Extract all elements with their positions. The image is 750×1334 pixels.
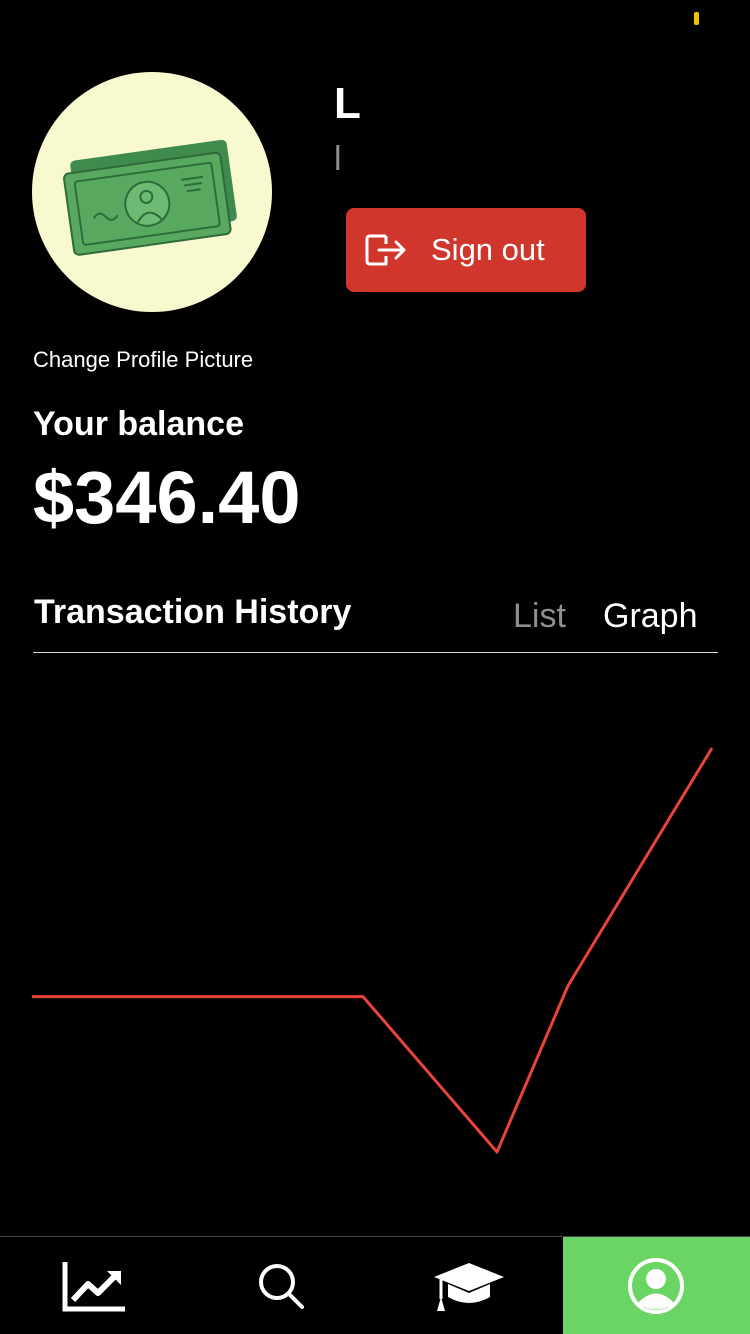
sign-out-label: Sign out (431, 232, 545, 267)
profile-icon (628, 1258, 685, 1314)
logout-icon (365, 234, 406, 266)
chart-line-icon (62, 1262, 125, 1312)
balance-line (32, 747, 714, 1154)
tab-bar-item-search[interactable] (188, 1237, 376, 1334)
balance-amount: $346.40 (33, 456, 301, 539)
profile-screen: L l Sign out Change Profile Picture Your… (0, 0, 750, 1334)
money-bills-icon (63, 139, 237, 256)
status-indicator (694, 12, 699, 25)
transaction-graph (31, 747, 714, 1154)
user-email: l (334, 140, 342, 178)
bottom-tab-bar (0, 1236, 750, 1334)
tab-bar-item-learn[interactable] (375, 1237, 563, 1334)
change-profile-picture-link[interactable]: Change Profile Picture (33, 346, 253, 374)
graduation-cap-icon (433, 1263, 504, 1311)
balance-label: Your balance (33, 405, 244, 443)
tab-bar-item-profile[interactable] (562, 1237, 750, 1334)
tab-graph[interactable]: Graph (603, 596, 698, 636)
tab-list[interactable]: List (513, 596, 566, 636)
sign-out-button[interactable]: Sign out (346, 208, 586, 292)
search-icon (259, 1264, 305, 1309)
tab-bar-item-trends[interactable] (0, 1237, 188, 1334)
avatar[interactable] (32, 72, 272, 312)
transaction-history-title: Transaction History (34, 593, 352, 631)
user-name: L (334, 79, 361, 128)
divider (33, 652, 718, 653)
